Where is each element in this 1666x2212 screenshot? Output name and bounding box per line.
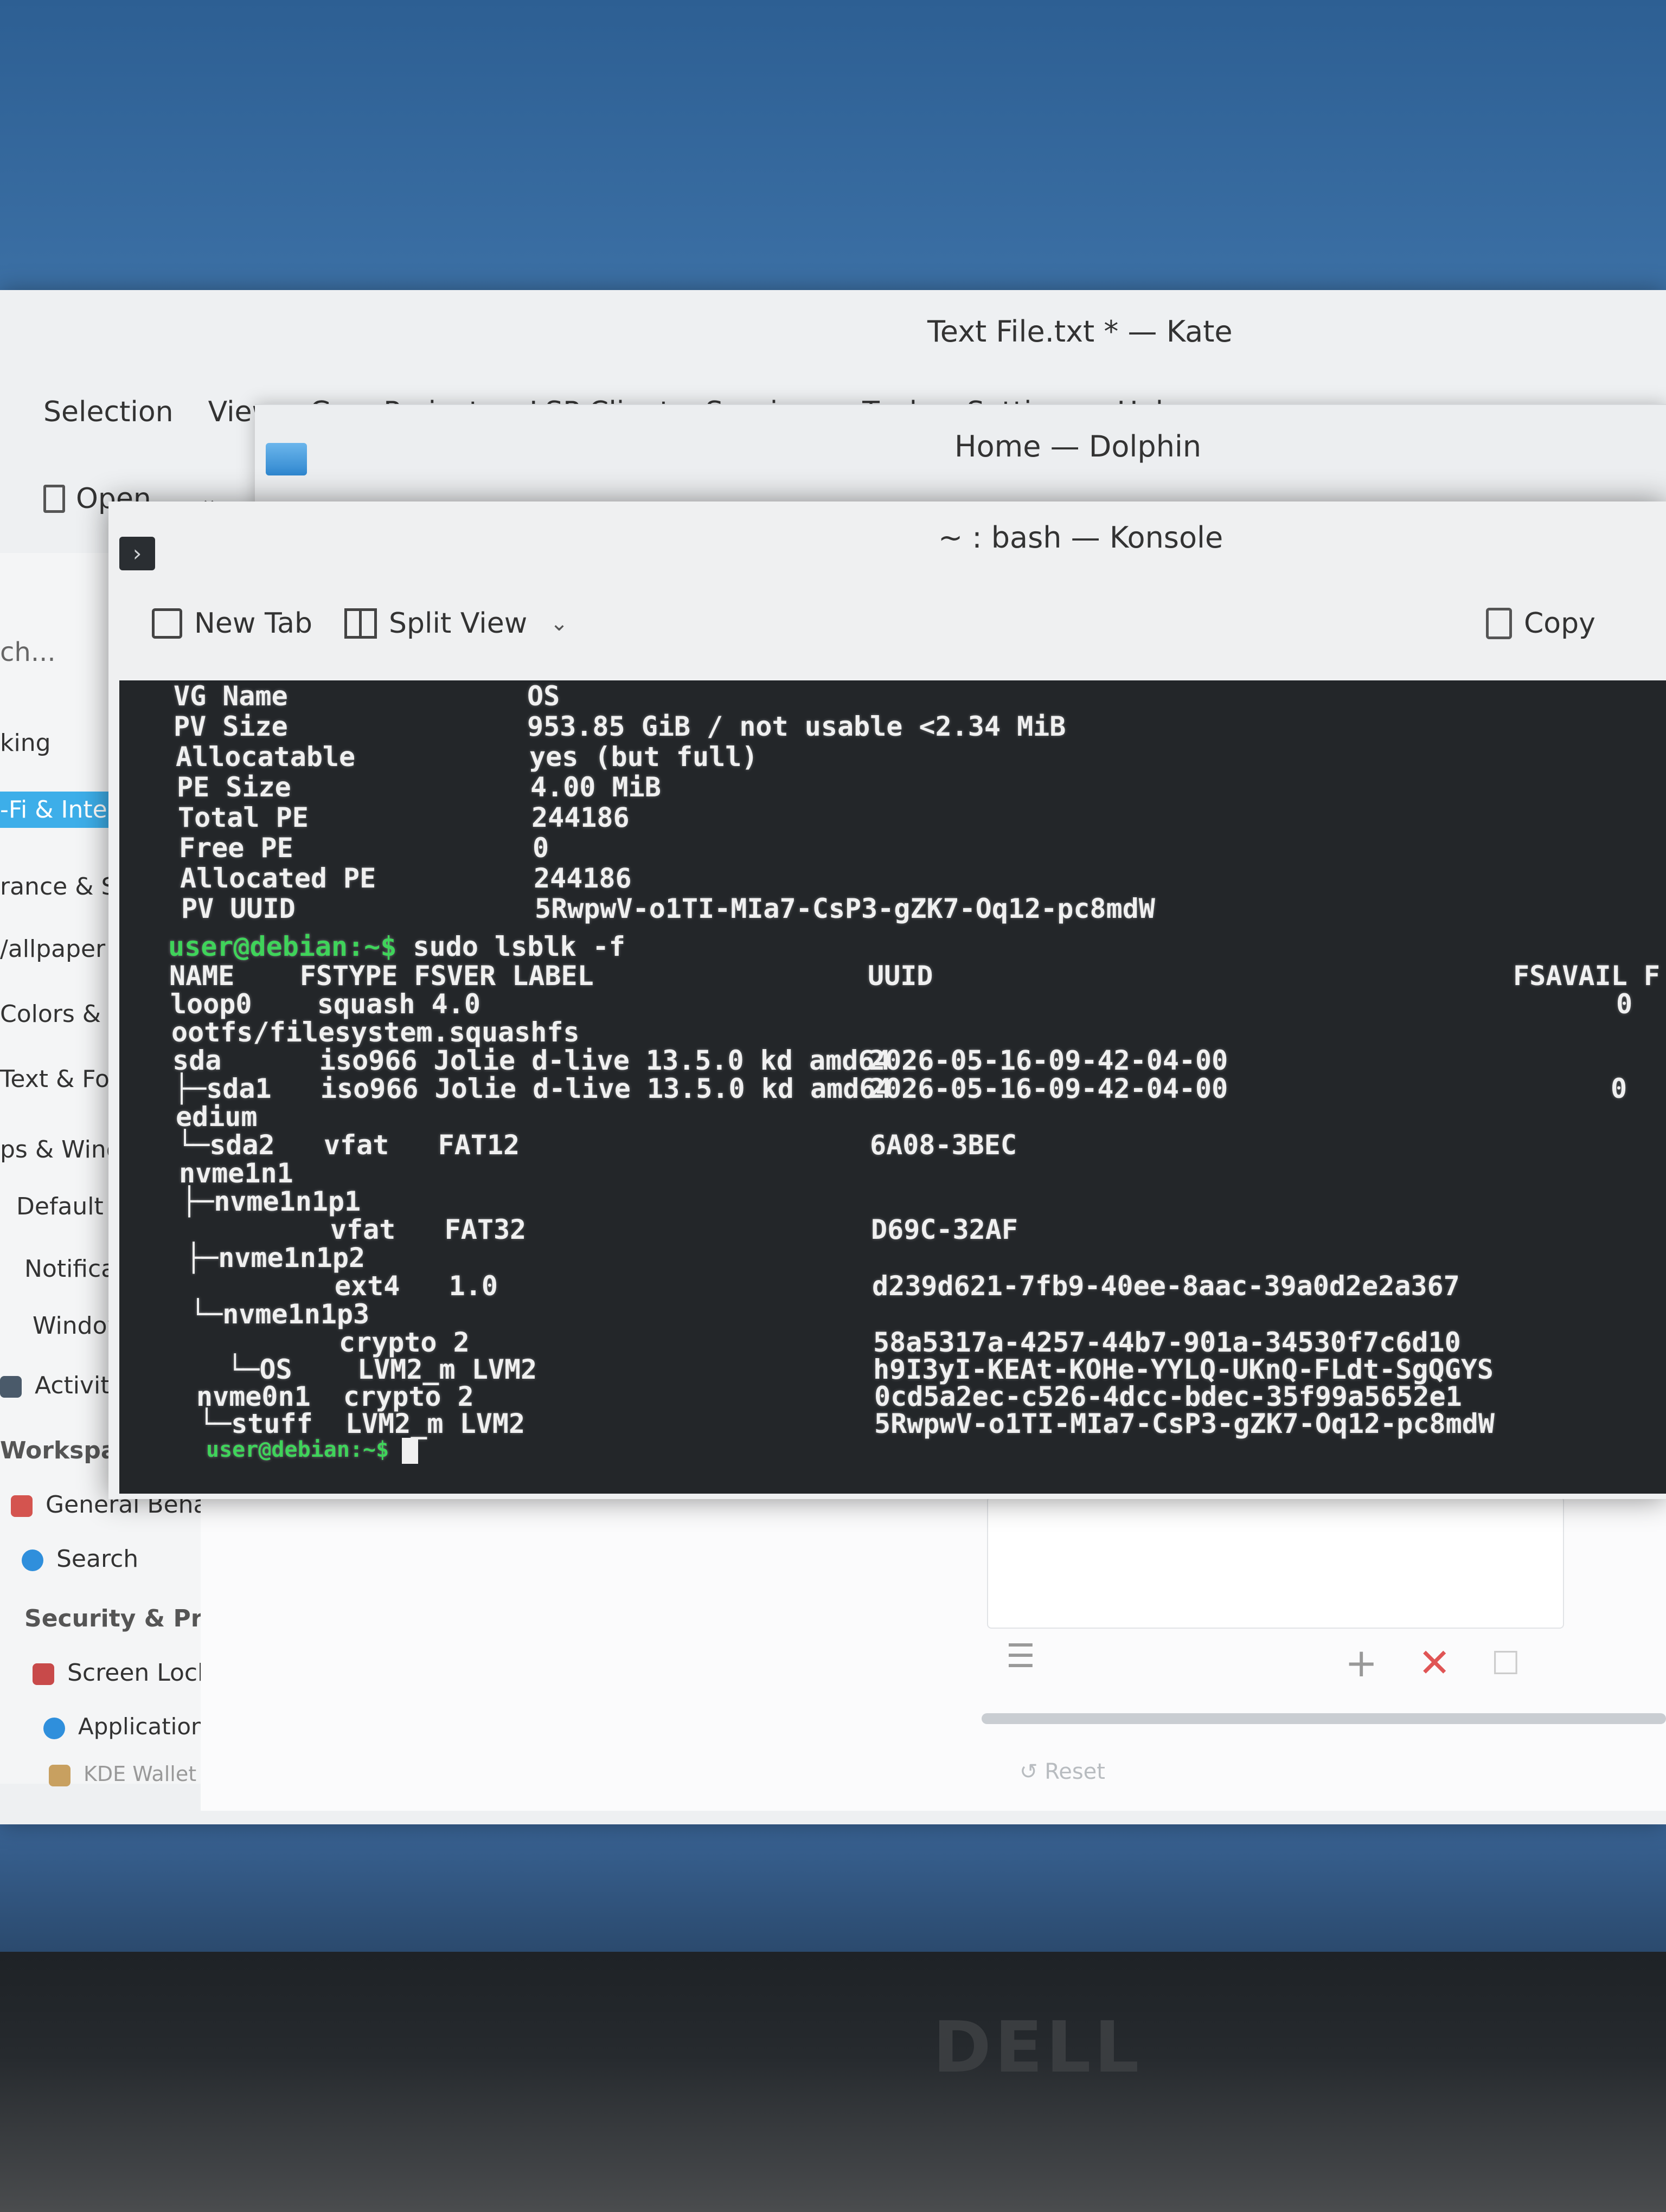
pv-key: PV Size (174, 711, 288, 742)
laptop-bezel (0, 1952, 1666, 2212)
pv-value: OS (527, 680, 560, 712)
sidebar-item-kde-wallet[interactable]: KDE Wallet (49, 1762, 196, 1786)
activities-icon (0, 1376, 22, 1398)
sidebar-item-networking[interactable]: king (0, 729, 51, 757)
split-view-button[interactable]: Split View ⌄ (344, 607, 568, 640)
lsblk-row: └─sda2 vfat FAT12 (177, 1129, 520, 1161)
menu-selection[interactable]: Selection (43, 396, 174, 439)
copy-icon (1486, 608, 1512, 639)
new-tab-icon (152, 608, 182, 639)
pv-value: yes (but full) (529, 741, 758, 773)
document-icon (43, 485, 65, 513)
settings-list-panel[interactable] (987, 1496, 1564, 1629)
shell-prompt: user@debian:~$ (168, 931, 397, 962)
edit-icon[interactable]: □ (1491, 1643, 1520, 1678)
pv-key: Total PE (178, 802, 309, 833)
terminal-output[interactable]: VG Name OS PV Size 953.85 GiB / not usab… (119, 680, 1666, 1494)
sliders-icon[interactable]: ☰ (1006, 1637, 1035, 1675)
pv-key: VG Name (174, 680, 288, 712)
new-tab-button[interactable]: New Tab (152, 607, 312, 640)
lsblk-row-uuid: 2026-05-16-09-42-04-00 (869, 1073, 1228, 1104)
lsblk-header-uuid: UUID (868, 960, 933, 992)
pv-value: 4.00 MiB (530, 771, 661, 803)
lsblk-row: ootfs/filesystem.squashfs (171, 1017, 580, 1048)
lsblk-row: loop0 squash 4.0 (170, 988, 480, 1020)
shell-prompt: user@debian:~$ (206, 1437, 389, 1462)
konsole-window[interactable]: › ~ : bash — Konsole New Tab Split View … (108, 501, 1666, 1499)
dell-logo: DELL (933, 2006, 1143, 2088)
lsblk-row: └─nvme1n1p3 (190, 1298, 370, 1330)
lsblk-row: sda iso966 Jolie d-live 13.5.0 kd amd64 (172, 1045, 891, 1076)
konsole-window-title: ~ : bash — Konsole (938, 520, 1223, 555)
lsblk-row: ├─sda1 iso966 Jolie d-live 13.5.0 kd amd… (174, 1073, 892, 1104)
split-view-icon (344, 608, 377, 639)
horizontal-scrollbar[interactable] (982, 1713, 1666, 1724)
lsblk-header: NAME FSTYPE FSVER LABEL (169, 960, 594, 992)
text-cursor (402, 1438, 419, 1464)
folder-icon (266, 443, 307, 475)
settings-search-input[interactable]: ch... (0, 637, 56, 667)
pv-value: 953.85 GiB / not usable <2.34 MiB (527, 711, 1066, 742)
lsblk-row: ext4 1.0 (188, 1270, 498, 1302)
permissions-icon (43, 1717, 65, 1739)
lsblk-row: ├─nvme1n1p2 (185, 1242, 366, 1274)
lsblk-row: └─stuff LVM2_m LVM2 (198, 1408, 526, 1439)
konsole-titlebar[interactable]: › ~ : bash — Konsole (108, 501, 1666, 583)
add-icon[interactable]: + (1345, 1640, 1377, 1686)
pv-value: 244186 (531, 802, 630, 833)
pv-value: 0 (533, 832, 549, 864)
desktop-wallpaper (0, 1811, 1666, 1952)
lsblk-row: ├─nvme1n1p1 (181, 1186, 361, 1217)
screen-locking-icon (33, 1663, 54, 1685)
reset-icon: ↺ (1020, 1759, 1038, 1784)
pv-value: 244186 (534, 863, 632, 894)
copy-button[interactable]: Copy (1486, 607, 1595, 640)
pv-key: PE Size (177, 771, 291, 803)
lsblk-row-uuid: d239d621-7fb9-40ee-8aac-39a0d2e2a367 (872, 1270, 1460, 1302)
lsblk-header-fsavail: FSAVAIL F (1513, 960, 1660, 992)
pv-key: PV UUID (181, 893, 296, 924)
remove-icon[interactable]: ✕ (1418, 1640, 1451, 1686)
pv-key: Allocated PE (180, 863, 376, 894)
search-icon (22, 1549, 43, 1571)
lsblk-row-avail: 0 (1611, 1073, 1627, 1104)
kate-window-title: Text File.txt * — Kate (927, 314, 1233, 349)
dolphin-window-title: Home — Dolphin (954, 429, 1202, 464)
pv-value: 5RwpwV-o1TI-MIa7-CsP3-gZK7-Oq12-pc8mdW (535, 893, 1155, 924)
lsblk-row-uuid: 2026-05-16-09-42-04-00 (869, 1045, 1228, 1076)
general-behavior-icon (11, 1495, 33, 1517)
lsblk-row-uuid: 6A08-3BEC (870, 1129, 1017, 1161)
shell-command: sudo lsblk -f (396, 931, 625, 962)
lsblk-row-uuid: 5RwpwV-o1TI-MIa7-CsP3-gZK7-Oq12-pc8mdW (874, 1408, 1495, 1439)
lsblk-row: nvme1n1 (179, 1158, 293, 1189)
lsblk-row: edium (176, 1101, 258, 1133)
lsblk-row-uuid: D69C-32AF (871, 1214, 1018, 1245)
konsole-app-icon: › (119, 537, 155, 570)
wallet-icon (49, 1764, 71, 1786)
reset-button[interactable]: ↺ Reset (1020, 1759, 1105, 1784)
konsole-toolbar: New Tab Split View ⌄ Copy (108, 583, 1666, 670)
command-line: user@debian:~$ sudo lsblk -f (168, 931, 625, 962)
final-prompt-line[interactable]: user@debian:~$ (206, 1437, 419, 1464)
pv-key: Allocatable (176, 741, 356, 773)
pv-key: Free PE (179, 832, 293, 864)
lsblk-row-avail: 0 (1616, 988, 1633, 1020)
sidebar-item-wallpaper[interactable]: /allpaper (0, 935, 105, 963)
lsblk-row: vfat FAT32 (183, 1214, 527, 1245)
chevron-down-icon[interactable]: ⌄ (550, 611, 568, 636)
